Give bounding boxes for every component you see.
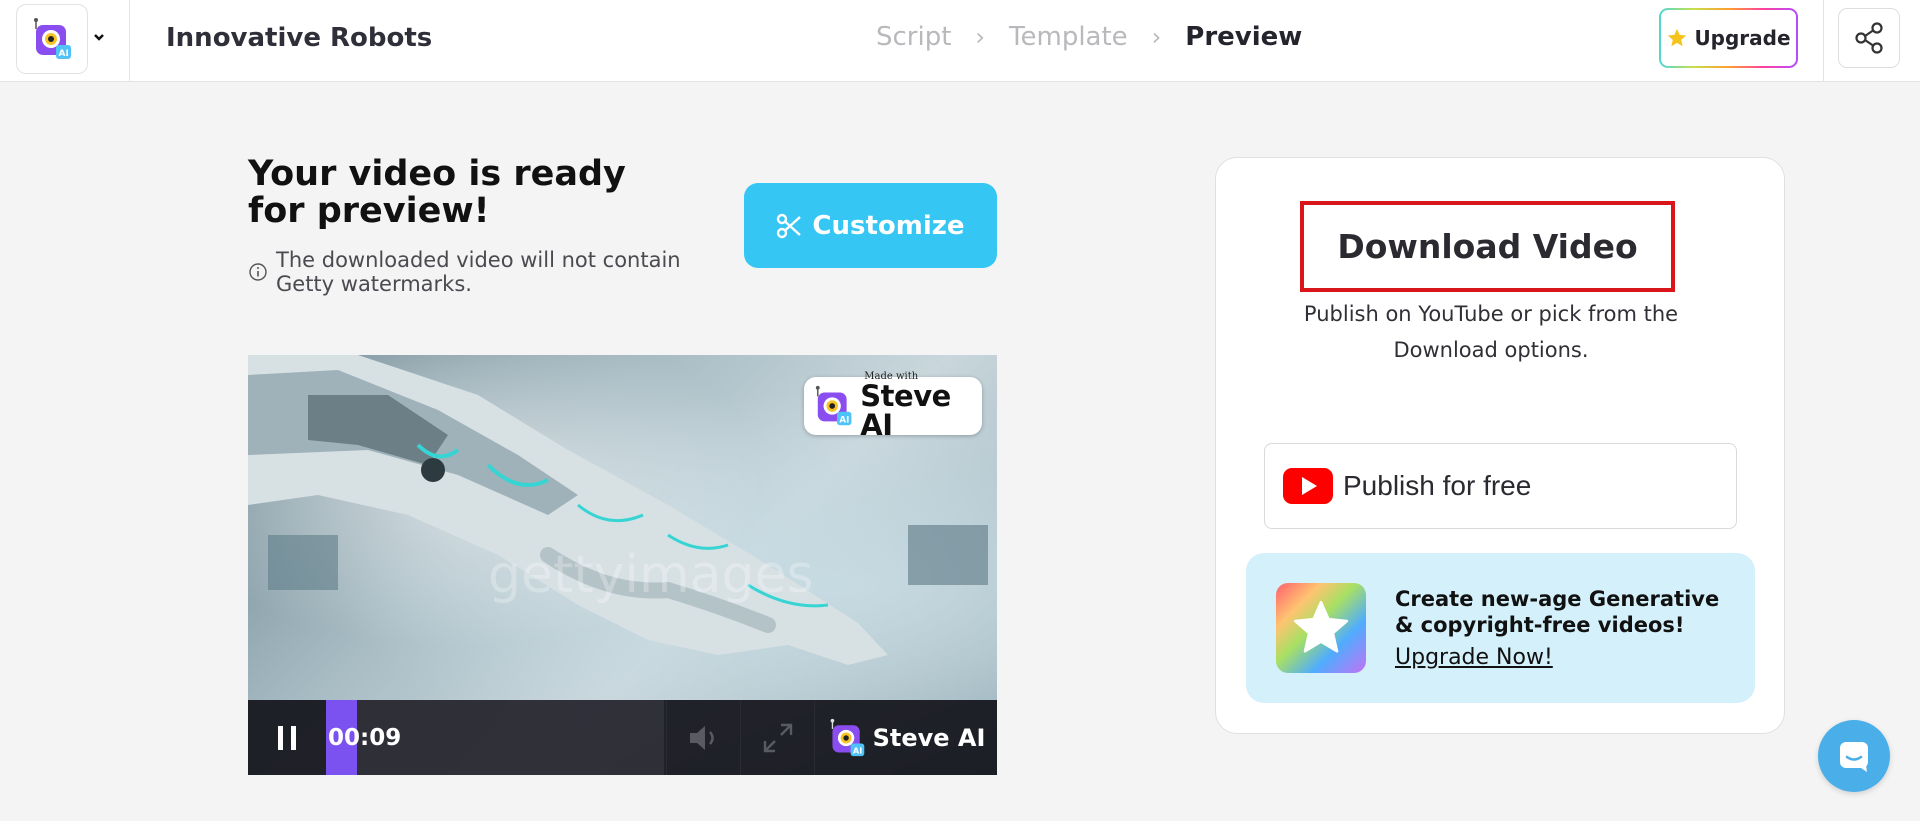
video-player[interactable]: gettyimages AI Made with Steve AI 00:09 (248, 355, 997, 775)
publish-note: Publish on YouTube or pick from the Down… (1303, 302, 1679, 362)
download-video-button[interactable]: Download Video (1300, 201, 1675, 292)
player-brand-label: Steve AI (872, 723, 986, 752)
brand-name: Steve AI (860, 379, 951, 442)
share-button[interactable] (1838, 8, 1900, 68)
chevron-right-icon: › (1151, 23, 1162, 51)
publish-label: Publish for free (1343, 470, 1532, 501)
step-script[interactable]: Script (876, 22, 951, 52)
customize-button[interactable]: Customize (744, 183, 997, 268)
project-title[interactable]: Innovative Robots (166, 23, 432, 53)
chat-icon (1840, 742, 1868, 772)
chat-launcher-button[interactable] (1818, 720, 1890, 792)
header-divider (129, 0, 130, 82)
share-icon (1855, 22, 1883, 54)
app-logo-icon: AI (830, 718, 864, 756)
svg-text:AI: AI (852, 745, 861, 755)
progress-track[interactable] (357, 700, 664, 775)
app-logo-icon: AI (815, 385, 852, 425)
pause-button[interactable] (248, 700, 326, 775)
fullscreen-button[interactable] (740, 700, 814, 775)
info-icon (249, 263, 267, 281)
header-divider (1823, 0, 1824, 82)
youtube-icon (1283, 468, 1333, 504)
chevron-down-icon[interactable] (92, 30, 106, 44)
svg-text:AI: AI (59, 49, 69, 59)
chevron-right-icon: › (975, 23, 986, 51)
player-brand[interactable]: AI Steve AI (814, 700, 997, 775)
note-text: The downloaded video will not contain Ge… (276, 248, 681, 296)
upgrade-now-link[interactable]: Upgrade Now! (1395, 645, 1553, 670)
upgrade-label: Upgrade (1694, 26, 1791, 50)
page-title: Your video is ready for preview! (248, 154, 626, 231)
upgrade-promo: Create new-age Generative & copyright-fr… (1246, 553, 1755, 703)
publish-youtube-button[interactable]: Publish for free (1264, 443, 1737, 529)
customize-label: Customize (812, 210, 965, 241)
star-icon (1668, 28, 1687, 47)
pause-icon (278, 725, 296, 750)
video-controls: 00:09 AI Steve AI (248, 700, 997, 775)
step-template[interactable]: Template (1009, 22, 1128, 52)
promo-star-icon (1276, 583, 1366, 673)
getty-watermark: gettyimages (488, 545, 814, 605)
svg-text:AI: AI (839, 415, 849, 425)
breadcrumb-steps: Script › Template › Preview (876, 22, 1302, 52)
volume-button[interactable] (666, 700, 738, 775)
promo-title: Create new-age Generative & copyright-fr… (1395, 587, 1720, 637)
watermark-note: The downloaded video will not contain Ge… (248, 248, 708, 296)
download-panel: Download Video Publish on YouTube or pic… (1215, 157, 1785, 734)
step-preview[interactable]: Preview (1185, 22, 1302, 52)
scissors-icon (777, 213, 802, 238)
upgrade-button[interactable]: Upgrade (1659, 8, 1798, 68)
app-logo-button[interactable]: AI (16, 4, 88, 74)
volume-icon (689, 725, 714, 750)
time-display: 00:09 (328, 725, 402, 751)
fullscreen-icon (763, 723, 792, 752)
top-header: AI Innovative Robots Script › Template ›… (0, 0, 1920, 82)
made-with-badge: AI Made with Steve AI (804, 372, 982, 440)
app-logo-icon: AI (34, 18, 71, 59)
